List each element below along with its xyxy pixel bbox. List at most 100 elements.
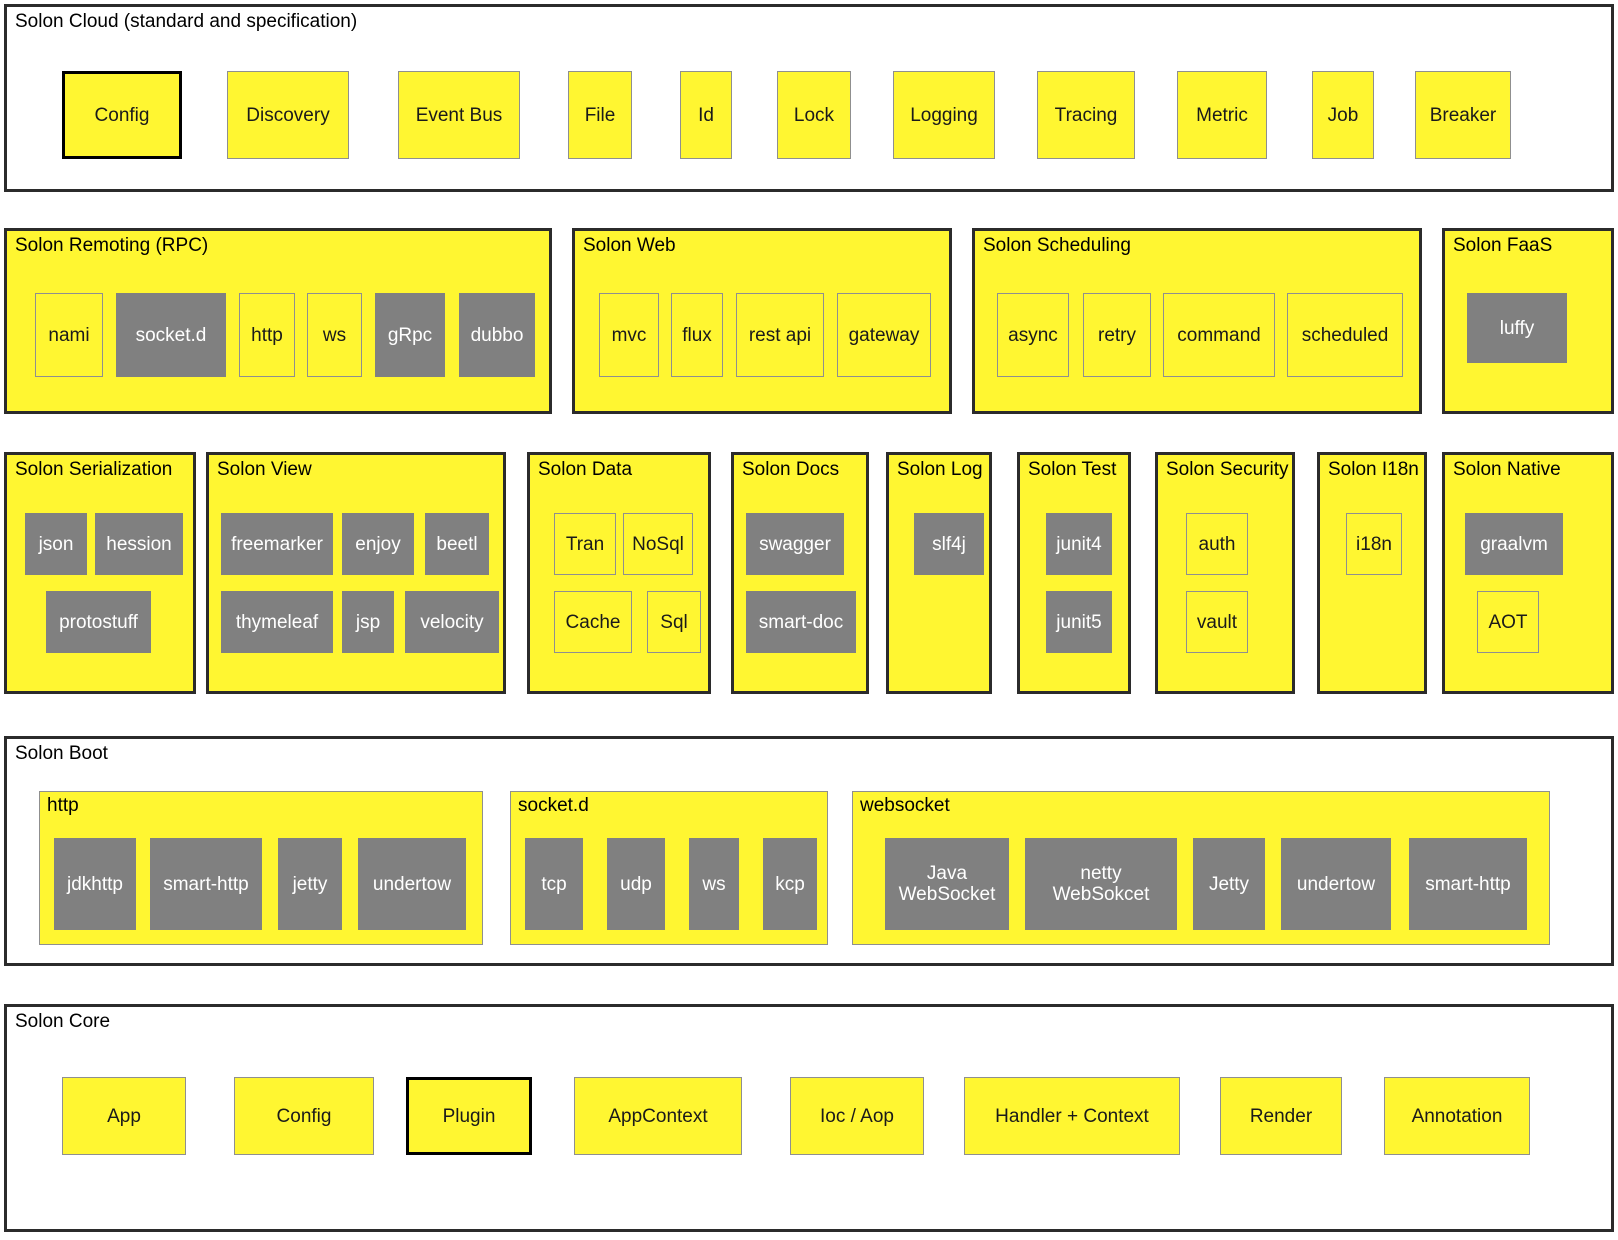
architecture-diagram: Solon Cloud (standard and specification)…: [0, 0, 1618, 1240]
section-title-solon-data: Solon Data: [538, 459, 633, 480]
module-handler-context[interactable]: Handler + Context: [964, 1077, 1180, 1155]
section-title-solon-boot: Solon Boot: [15, 743, 108, 764]
module-tran[interactable]: Tran: [554, 513, 616, 575]
module-mvc[interactable]: mvc: [599, 293, 659, 377]
module-http-rpc[interactable]: http: [239, 293, 295, 377]
module-config-cloud[interactable]: Config: [62, 71, 182, 159]
module-scheduled[interactable]: scheduled: [1287, 293, 1403, 377]
module-aot[interactable]: AOT: [1477, 591, 1539, 653]
module-junit4[interactable]: junit4: [1046, 513, 1112, 575]
section-solon-view: Solon View freemarker enjoy beetl thymel…: [206, 452, 506, 694]
section-solon-cloud: Solon Cloud (standard and specification)…: [4, 4, 1614, 192]
module-grpc[interactable]: gRpc: [375, 293, 445, 377]
module-discovery[interactable]: Discovery: [227, 71, 349, 159]
section-solon-data: Solon Data Tran NoSql Cache Sql: [527, 452, 711, 694]
module-config-core[interactable]: Config: [234, 1077, 374, 1155]
module-flux[interactable]: flux: [671, 293, 723, 377]
module-app[interactable]: App: [62, 1077, 186, 1155]
section-title-solon-test: Solon Test: [1028, 459, 1117, 480]
module-beetl[interactable]: beetl: [425, 513, 489, 575]
module-appcontext[interactable]: AppContext: [574, 1077, 742, 1155]
module-luffy[interactable]: luffy: [1467, 293, 1567, 363]
module-swagger[interactable]: swagger: [746, 513, 844, 575]
module-velocity[interactable]: velocity: [405, 591, 499, 653]
module-nosql[interactable]: NoSql: [623, 513, 693, 575]
section-title-solon-security: Solon Security: [1166, 459, 1289, 480]
module-socketd-rpc[interactable]: socket.d: [116, 293, 226, 377]
module-smart-doc[interactable]: smart-doc: [746, 591, 856, 653]
module-ws-boot[interactable]: ws: [689, 838, 739, 930]
module-tracing[interactable]: Tracing: [1037, 71, 1135, 159]
section-title-solon-docs: Solon Docs: [742, 459, 840, 480]
module-smart-http-boot[interactable]: smart-http: [150, 838, 262, 930]
module-netty-websocket[interactable]: netty WebSokcet: [1025, 838, 1177, 930]
module-slf4j[interactable]: slf4j: [914, 513, 984, 575]
module-json[interactable]: json: [25, 513, 87, 575]
module-thymeleaf[interactable]: thymeleaf: [221, 591, 333, 653]
module-udp[interactable]: udp: [607, 838, 665, 930]
section-solon-faas: Solon FaaS luffy: [1442, 228, 1614, 414]
section-title-solon-serialization: Solon Serialization: [15, 459, 173, 480]
module-file[interactable]: File: [568, 71, 632, 159]
section-title-solon-i18n: Solon I18n: [1328, 459, 1419, 480]
section-solon-remoting: Solon Remoting (RPC) nami socket.d http …: [4, 228, 552, 414]
module-auth[interactable]: auth: [1186, 513, 1248, 575]
module-hession[interactable]: hession: [95, 513, 183, 575]
section-title-solon-faas: Solon FaaS: [1453, 235, 1553, 256]
boot-group-socketd: socket.d tcp udp ws kcp: [510, 791, 828, 945]
module-metric[interactable]: Metric: [1177, 71, 1267, 159]
section-solon-log: Solon Log slf4j: [886, 452, 992, 694]
module-event-bus[interactable]: Event Bus: [398, 71, 520, 159]
module-logging[interactable]: Logging: [893, 71, 995, 159]
module-freemarker[interactable]: freemarker: [221, 513, 333, 575]
section-solon-web: Solon Web mvc flux rest api gateway: [572, 228, 952, 414]
module-java-websocket[interactable]: Java WebSocket: [885, 838, 1009, 930]
module-smart-http-websocket[interactable]: smart-http: [1409, 838, 1527, 930]
module-command[interactable]: command: [1163, 293, 1275, 377]
module-async[interactable]: async: [997, 293, 1069, 377]
section-title-solon-cloud: Solon Cloud (standard and specification): [15, 11, 358, 32]
section-solon-scheduling: Solon Scheduling async retry command sch…: [972, 228, 1422, 414]
module-sql[interactable]: Sql: [647, 591, 701, 653]
module-jetty-boot[interactable]: jetty: [278, 838, 342, 930]
module-annotation[interactable]: Annotation: [1384, 1077, 1530, 1155]
section-solon-i18n: Solon I18n i18n: [1317, 452, 1427, 694]
module-render[interactable]: Render: [1220, 1077, 1342, 1155]
module-junit5[interactable]: junit5: [1046, 591, 1112, 653]
boot-group-websocket: websocket Java WebSocket netty WebSokcet…: [852, 791, 1550, 945]
module-graalvm[interactable]: graalvm: [1465, 513, 1563, 575]
module-job[interactable]: Job: [1312, 71, 1374, 159]
module-plugin[interactable]: Plugin: [406, 1077, 532, 1155]
module-jetty-websocket[interactable]: Jetty: [1193, 838, 1265, 930]
module-ioc-aop[interactable]: Ioc / Aop: [790, 1077, 924, 1155]
section-title-solon-scheduling: Solon Scheduling: [983, 235, 1131, 256]
boot-group-title-websocket: websocket: [860, 795, 950, 816]
module-dubbo[interactable]: dubbo: [459, 293, 535, 377]
module-id[interactable]: Id: [680, 71, 732, 159]
boot-group-http: http jdkhttp smart-http jetty undertow: [39, 791, 483, 945]
module-undertow-boot[interactable]: undertow: [358, 838, 466, 930]
module-nami[interactable]: nami: [35, 293, 103, 377]
module-breaker[interactable]: Breaker: [1415, 71, 1511, 159]
module-rest-api[interactable]: rest api: [736, 293, 824, 377]
section-solon-security: Solon Security auth vault: [1155, 452, 1295, 694]
module-enjoy[interactable]: enjoy: [342, 513, 414, 575]
module-gateway[interactable]: gateway: [837, 293, 931, 377]
module-kcp[interactable]: kcp: [763, 838, 817, 930]
section-title-solon-native: Solon Native: [1453, 459, 1561, 480]
module-i18n[interactable]: i18n: [1346, 513, 1402, 575]
module-protostuff[interactable]: protostuff: [46, 591, 151, 653]
section-title-solon-remoting: Solon Remoting (RPC): [15, 235, 209, 256]
section-solon-docs: Solon Docs swagger smart-doc: [731, 452, 869, 694]
module-jsp[interactable]: jsp: [342, 591, 394, 653]
boot-group-title-http: http: [47, 795, 79, 816]
module-tcp[interactable]: tcp: [525, 838, 583, 930]
module-ws-rpc[interactable]: ws: [307, 293, 362, 377]
module-vault[interactable]: vault: [1186, 591, 1248, 653]
module-lock[interactable]: Lock: [777, 71, 851, 159]
section-solon-test: Solon Test junit4 junit5: [1017, 452, 1131, 694]
module-retry[interactable]: retry: [1083, 293, 1151, 377]
module-undertow-websocket[interactable]: undertow: [1281, 838, 1391, 930]
module-cache[interactable]: Cache: [554, 591, 632, 653]
module-jdkhttp[interactable]: jdkhttp: [54, 838, 136, 930]
